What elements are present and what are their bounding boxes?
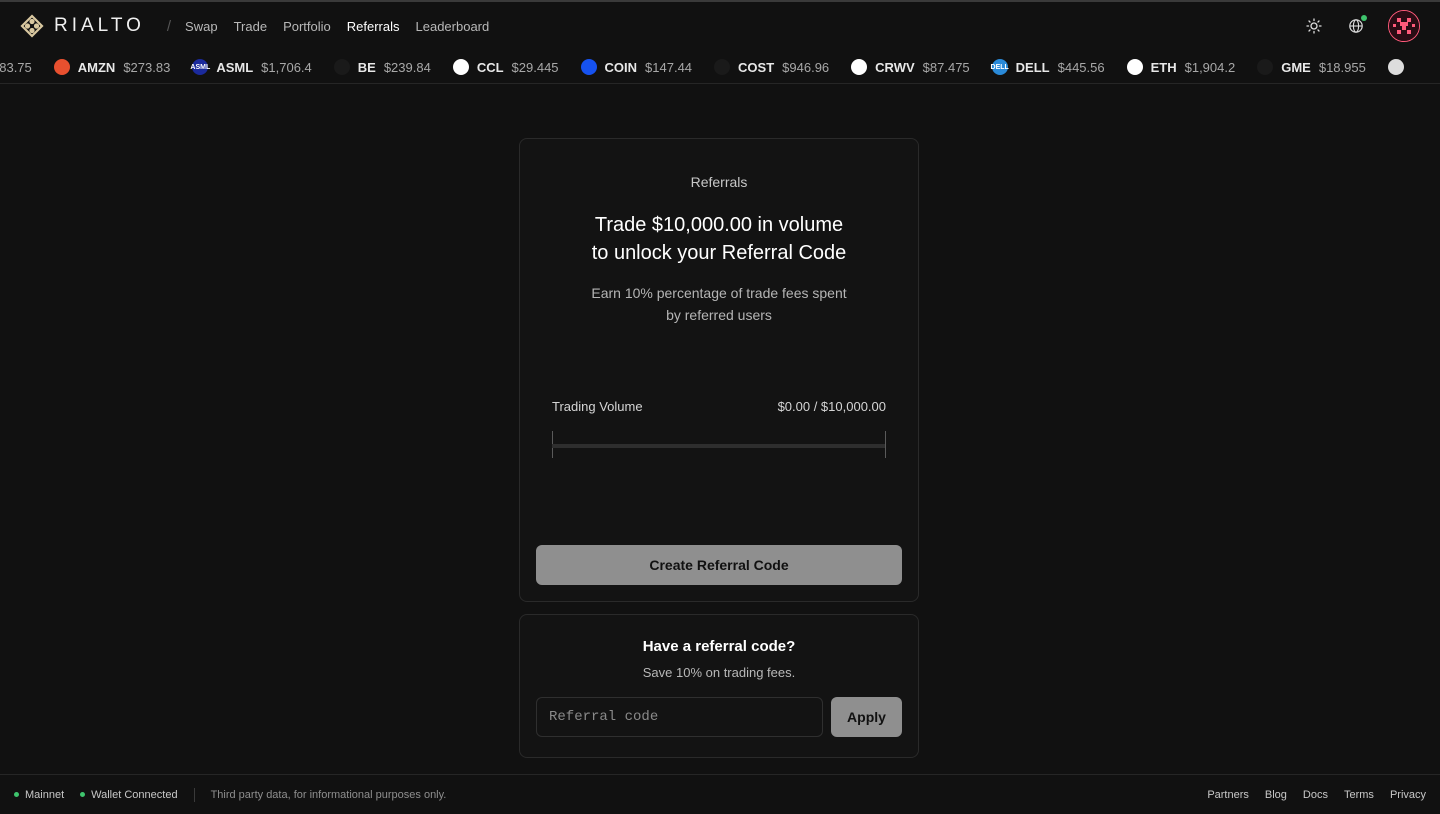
ticker-logo-icon xyxy=(1387,59,1404,75)
ticker-item[interactable]: AMZN $273.83 xyxy=(53,59,171,75)
ticker-price: 483.75 xyxy=(0,59,32,75)
nav-separator: / xyxy=(166,17,172,35)
ticker-symbol: COST xyxy=(738,59,775,75)
ticker-price: $147.44 xyxy=(645,59,693,75)
header-actions xyxy=(1304,10,1420,42)
volume-progress-bar xyxy=(552,431,886,459)
ticker-price: $1,706.4 xyxy=(261,59,312,75)
theme-toggle-button[interactable] xyxy=(1304,16,1324,36)
ticker-price: $87.475 xyxy=(922,59,970,75)
card-title-line2: to unlock your Referral Code xyxy=(591,242,847,264)
network-status: Mainnet xyxy=(14,789,64,801)
nav-referrals[interactable]: Referrals xyxy=(347,19,400,34)
apply-referral-card: Have a referral code? Save 10% on tradin… xyxy=(519,614,919,758)
card-subtitle-line1: Earn 10% percentage of trade fees spent xyxy=(591,285,847,301)
ticker-price: $273.83 xyxy=(123,59,171,75)
wallet-status: Wallet Connected xyxy=(80,788,178,801)
footer-link-blog[interactable]: Blog xyxy=(1265,789,1287,801)
ticker-symbol: ASML xyxy=(216,59,254,75)
ticker-logo-icon xyxy=(333,59,350,75)
top-navbar: RIALTO / Swap Trade Portfolio Referrals … xyxy=(0,2,1440,50)
logo[interactable]: RIALTO xyxy=(20,14,145,38)
network-status-dot xyxy=(14,792,19,797)
progress-track xyxy=(552,444,886,448)
ticker-logo-icon xyxy=(851,59,868,75)
wallet-status-label: Wallet Connected xyxy=(91,788,178,801)
ticker-track: 483.75 AMZN $273.83 ASML ASML $1,706.4 BE $239.… xyxy=(0,50,1434,83)
ticker-item[interactable]: DELL DELL $445.56 xyxy=(991,59,1105,75)
progress-end-marker xyxy=(885,431,886,458)
card-title: Trade $10,000.00 in volume to unlock you… xyxy=(520,211,918,267)
ticker-symbol: DELL xyxy=(1015,59,1050,75)
logo-text: RIALTO xyxy=(54,15,145,36)
ticker-logo-icon xyxy=(580,59,597,75)
footer-disclaimer: Third party data, for informational purp… xyxy=(210,788,447,801)
footer: Mainnet Wallet Connected Third party dat… xyxy=(0,774,1440,814)
avatar-pattern-icon xyxy=(1389,11,1419,41)
price-ticker: 483.75 AMZN $273.83 ASML ASML $1,706.4 BE $239.… xyxy=(0,50,1440,84)
ticker-item[interactable]: COST $946.96 xyxy=(714,59,829,75)
ticker-symbol: CRWV xyxy=(875,59,915,75)
ticker-logo-icon xyxy=(1257,59,1274,75)
nav-leaderboard[interactable]: Leaderboard xyxy=(416,19,490,34)
ticker-logo-icon xyxy=(1126,59,1143,75)
ticker-logo-icon xyxy=(714,59,731,75)
network-button[interactable] xyxy=(1346,15,1367,36)
ticker-price: $445.56 xyxy=(1057,59,1105,75)
ticker-logo-icon xyxy=(53,59,70,75)
footer-link-partners[interactable]: Partners xyxy=(1207,789,1249,801)
footer-link-terms[interactable]: Terms xyxy=(1344,789,1374,801)
avatar[interactable] xyxy=(1388,10,1420,42)
ticker-item[interactable]: CCL $29.445 xyxy=(452,59,559,75)
apply-card-title: Have a referral code? xyxy=(642,638,796,655)
ticker-symbol: BE xyxy=(357,59,376,75)
ticker-symbol: AMZN xyxy=(77,59,116,75)
ticker-item[interactable]: GME $18.955 xyxy=(1257,59,1366,75)
trading-volume-value: $0.00 / $10,000.00 xyxy=(777,399,886,414)
ticker-item[interactable]: COIN $147.44 xyxy=(580,59,693,75)
ticker-symbol: ETH xyxy=(1150,59,1177,75)
trading-volume-label: Trading Volume xyxy=(552,399,643,414)
ticker-price: $29.445 xyxy=(511,59,559,75)
footer-links: Partners Blog Docs Terms Privacy xyxy=(1207,789,1426,801)
ticker-price: $18.955 xyxy=(1318,59,1366,75)
footer-divider xyxy=(193,787,195,802)
ticker-logo-icon xyxy=(452,59,469,75)
ticker-item[interactable] xyxy=(1387,59,1412,75)
ticker-symbol: GME xyxy=(1281,59,1311,75)
rialto-logo-icon xyxy=(20,14,44,38)
nav-trade[interactable]: Trade xyxy=(234,19,267,34)
apply-button[interactable]: Apply xyxy=(831,697,902,737)
create-referral-code-button[interactable]: Create Referral Code xyxy=(536,545,902,585)
footer-link-privacy[interactable]: Privacy xyxy=(1390,789,1426,801)
card-subtitle-line2: by referred users xyxy=(666,307,772,323)
referral-unlock-card: Referrals Trade $10,000.00 in volume to … xyxy=(519,138,919,602)
ticker-logo-icon: ASML xyxy=(190,59,210,75)
ticker-price: $946.96 xyxy=(782,59,830,75)
ticker-item[interactable]: BE $239.84 xyxy=(333,59,431,75)
wallet-status-dot xyxy=(80,792,86,797)
nav-portfolio[interactable]: Portfolio xyxy=(283,19,331,34)
main-nav: Swap Trade Portfolio Referrals Leaderboa… xyxy=(185,19,489,34)
card-title-line1: Trade $10,000.00 in volume xyxy=(594,214,844,236)
connected-status-dot xyxy=(1361,15,1367,21)
ticker-item[interactable]: ETH $1,904.2 xyxy=(1126,59,1236,75)
sun-icon xyxy=(1306,18,1322,34)
ticker-logo-icon: DELL xyxy=(991,59,1009,75)
footer-link-docs[interactable]: Docs xyxy=(1303,789,1328,801)
ticker-symbol: CCL xyxy=(476,59,504,75)
nav-swap[interactable]: Swap xyxy=(185,19,218,34)
ticker-price: $1,904.2 xyxy=(1184,59,1236,75)
card-subtitle: Earn 10% percentage of trade fees spent … xyxy=(560,282,878,326)
ticker-symbol: COIN xyxy=(604,59,638,75)
ticker-item[interactable]: ASML ASML $1,706.4 xyxy=(190,59,312,75)
network-label: Mainnet xyxy=(25,788,65,801)
ticker-price: $239.84 xyxy=(383,59,431,75)
ticker-item[interactable]: 483.75 xyxy=(0,60,32,75)
referral-code-input[interactable] xyxy=(536,697,823,737)
apply-card-subtitle: Save 10% on trading fees. xyxy=(642,665,796,680)
ticker-item[interactable]: CRWV $87.475 xyxy=(851,59,970,75)
card-eyebrow: Referrals xyxy=(690,174,748,190)
